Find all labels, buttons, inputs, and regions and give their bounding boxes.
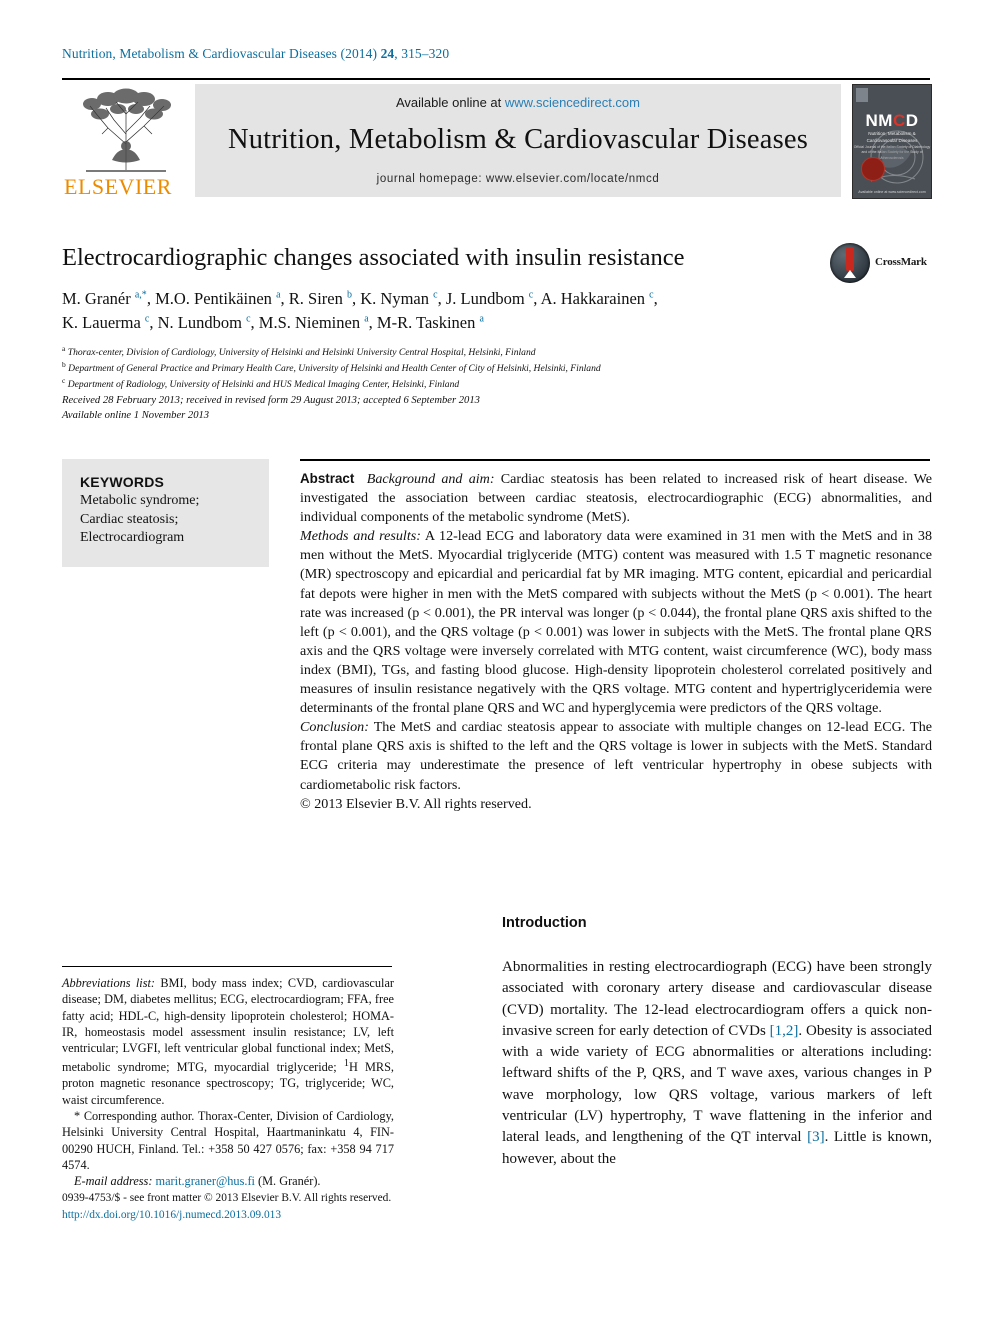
journal-homepage-link[interactable]: journal homepage: www.elsevier.com/locat… bbox=[195, 173, 841, 185]
available-online-date: Available online 1 November 2013 bbox=[62, 410, 210, 422]
running-head-pages: , 315–320 bbox=[394, 46, 450, 61]
citation-ref-1[interactable]: [1,2] bbox=[770, 1023, 799, 1039]
article-page: Nutrition, Metabolism & Cardiovascular D… bbox=[0, 0, 992, 1323]
journal-cover-thumbnail: NMCD Nutrition, Metabolism & Cardiovascu… bbox=[852, 84, 932, 199]
doi-link[interactable]: http://dx.doi.org/10.1016/j.numecd.2013.… bbox=[62, 1207, 492, 1224]
author-line-2: K. Lauerma c, N. Lundbom c, M.S. Niemine… bbox=[62, 312, 484, 332]
abstract-conclusion-label: Conclusion: bbox=[300, 719, 369, 736]
abstract-conclusion: Conclusion: The MetS and cardiac steatos… bbox=[300, 718, 932, 794]
running-head-journal: Nutrition, Metabolism & Cardiovascular D… bbox=[62, 46, 381, 61]
author-list: M. Granér a,*, M.O. Pentikäinen a, R. Si… bbox=[62, 287, 852, 335]
available-online-label: Available online at bbox=[395, 95, 505, 110]
elsevier-tree-icon bbox=[68, 84, 184, 176]
journal-masthead: ELSEVIER Available online at www.science… bbox=[62, 78, 932, 202]
journal-title-band: Available online at www.sciencedirect.co… bbox=[195, 84, 841, 197]
email-owner: (M. Granér). bbox=[254, 1174, 321, 1189]
affiliation-a: a Thorax-center, Division of Cardiology,… bbox=[62, 344, 536, 359]
email-address-label: E-mail address: bbox=[74, 1174, 153, 1189]
abstract-background: Abstract Background and aim: Cardiac ste… bbox=[300, 470, 932, 527]
intro-text-mid: . Obesity is associated with a wide vari… bbox=[502, 1022, 932, 1146]
crossmark-badge[interactable]: CrossMark bbox=[830, 243, 932, 285]
abbreviations-text: BMI, body mass index; CVD, cardiovascula… bbox=[62, 976, 394, 1107]
abstract-label: Abstract bbox=[300, 471, 355, 486]
abstract-methods: Methods and results: A 12-lead ECG and l… bbox=[300, 527, 932, 718]
corresponding-author-note: * Corresponding author. Thorax-Center, D… bbox=[62, 1108, 394, 1190]
email-link[interactable]: marit.graner@hus.fi bbox=[156, 1174, 255, 1188]
page-title: Electrocardiographic changes associated … bbox=[62, 244, 685, 271]
sciencedirect-link[interactable]: www.sciencedirect.com bbox=[505, 95, 640, 110]
running-head: Nutrition, Metabolism & Cardiovascular D… bbox=[62, 46, 449, 62]
author-line-1: M. Granér a,*, M.O. Pentikäinen a, R. Si… bbox=[62, 289, 658, 308]
journal-title: Nutrition, Metabolism & Cardiovascular D… bbox=[227, 124, 809, 155]
affiliation-list: a Thorax-center, Division of Cardiology,… bbox=[62, 344, 862, 391]
article-history: Received 28 February 2013; received in r… bbox=[62, 393, 682, 423]
cover-footer-line: Available online at www.sciencedirect.co… bbox=[858, 190, 926, 194]
footnote-rule bbox=[62, 966, 392, 967]
running-head-volume: 24 bbox=[380, 46, 395, 61]
crossmark-disc-icon bbox=[830, 243, 870, 283]
introduction-heading: Introduction bbox=[502, 915, 587, 931]
keywords-box: KEYWORDS Metabolic syndrome; Cardiac ste… bbox=[62, 459, 269, 567]
abstract-body: Abstract Background and aim: Cardiac ste… bbox=[300, 470, 932, 814]
keyword-item: Metabolic syndrome; bbox=[80, 493, 200, 509]
affiliation-b: b Department of General Practice and Pri… bbox=[62, 359, 601, 374]
crossmark-label: CrossMark bbox=[875, 256, 927, 268]
corresponding-author-text: * Corresponding author. Thorax-Center, D… bbox=[62, 1109, 394, 1173]
abstract-top-rule bbox=[300, 459, 930, 461]
crossmark-triangle-icon bbox=[844, 270, 856, 278]
abbreviations-note: Abbreviations list: BMI, body mass index… bbox=[62, 975, 394, 1108]
keywords-heading: KEYWORDS bbox=[80, 474, 165, 490]
received-line: Received 28 February 2013; received in r… bbox=[62, 395, 480, 406]
abstract-methods-text: A 12-lead ECG and laboratory data were e… bbox=[300, 528, 933, 717]
elsevier-wordmark: ELSEVIER bbox=[64, 174, 172, 199]
keyword-item: Cardiac steatosis; bbox=[80, 511, 179, 527]
abstract-conclusion-text: The MetS and cardiac steatosis appear to… bbox=[300, 719, 932, 793]
introduction-paragraph: Abnormalities in resting electrocardiogr… bbox=[502, 957, 932, 1170]
abstract-background-label: Background and aim: bbox=[366, 471, 495, 487]
cover-seal-icon bbox=[861, 157, 885, 181]
abstract-methods-label: Methods and results: bbox=[300, 528, 421, 545]
keyword-item: Electrocardiogram bbox=[80, 530, 185, 546]
issn-line: 0939-4753/$ - see front matter © 2013 El… bbox=[62, 1192, 392, 1204]
crossmark-bar-icon bbox=[846, 247, 854, 271]
abbreviations-label: Abbreviations list: bbox=[62, 976, 156, 990]
citation-ref-3[interactable]: [3] bbox=[807, 1129, 825, 1145]
available-online-line: Available online at www.sciencedirect.co… bbox=[195, 95, 841, 110]
page-footer: 0939-4753/$ - see front matter © 2013 El… bbox=[62, 1190, 492, 1223]
tree-figure-icon bbox=[83, 88, 171, 172]
elsevier-logo: ELSEVIER bbox=[62, 84, 190, 200]
affiliation-c: c Department of Radiology, University of… bbox=[62, 375, 460, 390]
corresponding-email-line: E-mail address: marit.graner@hus.fi (M. … bbox=[62, 1173, 394, 1189]
cover-artwork-icon bbox=[870, 130, 924, 184]
abstract-copyright: © 2013 Elsevier B.V. All rights reserved… bbox=[300, 795, 532, 812]
